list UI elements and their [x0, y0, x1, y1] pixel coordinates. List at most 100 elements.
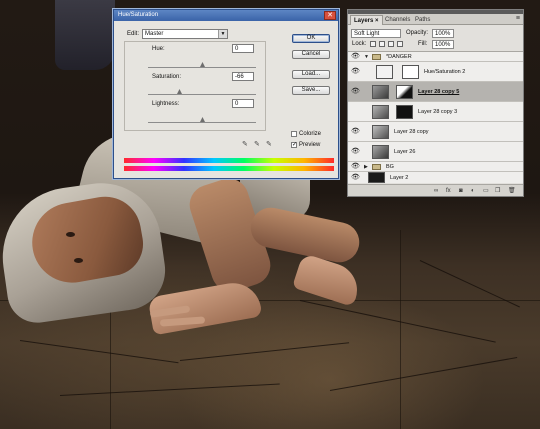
saturation-slider-track[interactable] [148, 94, 256, 95]
spectrum-bar-top [124, 158, 334, 163]
adjustment-icon[interactable]: ◐ [471, 188, 475, 194]
folder-icon [372, 164, 381, 170]
edit-select-value: Master [145, 31, 164, 37]
ok-button[interactable]: OK [292, 34, 330, 43]
lightness-input[interactable]: 0 [232, 99, 254, 108]
layer-name: Hue/Saturation 2 [424, 69, 466, 75]
layer-name: Layer 2 [390, 175, 409, 181]
layer-thumbnail [372, 105, 389, 119]
floor-crack [329, 357, 518, 391]
chevron-down-icon[interactable]: ▼ [218, 30, 227, 38]
layers-list: 👁 ▼ *DANGER 👁 Hue/Saturation 2 👁 Layer 2… [348, 51, 523, 183]
layer-thumbnail [372, 85, 389, 99]
eye-icon[interactable]: 👁 [351, 148, 360, 156]
panel-tabs: Layers × Channels Paths ≡ [348, 14, 523, 25]
lock-label: Lock: [352, 41, 367, 47]
eye-icon[interactable]: 👁 [351, 163, 360, 171]
fx-icon[interactable]: fx [446, 188, 451, 194]
spectrum-bar-bottom [124, 166, 334, 171]
layer-name: Layer 28 copy 3 [418, 109, 458, 115]
layer-row-layer-28-copy-5[interactable]: 👁 Layer 28 copy 5 [348, 82, 523, 102]
tab-paths[interactable]: Paths [412, 15, 433, 25]
eye-icon[interactable]: 👁 [351, 88, 360, 96]
eye-icon[interactable]: 👁 [351, 128, 360, 136]
close-icon[interactable]: ✕ [324, 11, 336, 20]
tab-layers[interactable]: Layers × [350, 15, 383, 25]
lock-transparency-icon[interactable] [370, 41, 376, 47]
layer-thumbnail [372, 145, 389, 159]
layer-row-layer-26[interactable]: 👁 Layer 26 [348, 142, 523, 162]
preview-checkbox[interactable]: ✓ [291, 142, 297, 148]
eye-icon[interactable]: 👁 [351, 174, 360, 182]
layer-name: Layer 28 copy [394, 129, 429, 135]
load-button[interactable]: Load... [292, 70, 330, 79]
fill-label: Fill: [418, 41, 428, 47]
floor-tile-line [400, 230, 401, 429]
panel-menu-icon[interactable]: ≡ [516, 15, 520, 22]
edit-label: Edit: [127, 31, 140, 37]
hue-saturation-dialog: Hue/Saturation ✕ Edit: Master ▼ Hue: 0 S… [113, 9, 339, 179]
layer-name: *DANGER [386, 54, 412, 60]
floor-crack [179, 342, 350, 361]
hue-label: Hue: [152, 46, 165, 52]
edit-select[interactable]: Master ▼ [142, 29, 228, 39]
adjustment-group [124, 41, 266, 131]
link-icon[interactable]: ∞ [434, 188, 438, 194]
hue-slider-track[interactable] [148, 67, 256, 68]
hue-input[interactable]: 0 [232, 44, 254, 53]
expand-triangle-icon[interactable]: ▶ [364, 164, 368, 170]
layer-row-layer-28-copy[interactable]: 👁 Layer 28 copy [348, 122, 523, 142]
lock-all-icon[interactable] [397, 41, 403, 47]
colorize-checkbox[interactable] [291, 131, 297, 137]
eye-icon[interactable]: 👁 [351, 68, 360, 76]
trash-icon[interactable]: 🗑 [508, 188, 516, 194]
floor-tile-line [110, 300, 111, 429]
preview-label: Preview [299, 142, 321, 148]
layer-row-bg-group[interactable]: 👁 ▶ BG [348, 162, 523, 172]
far-hand [292, 252, 364, 308]
eyedropper-icon[interactable]: ✎ [242, 141, 249, 148]
lock-position-icon[interactable] [388, 41, 394, 47]
layer-row-layer-28-copy-3[interactable]: Layer 28 copy 3 [348, 102, 523, 122]
layer-row-danger-group[interactable]: 👁 ▼ *DANGER [348, 52, 523, 62]
cancel-button[interactable]: Cancel [292, 50, 330, 59]
lightness-slider-track[interactable] [148, 122, 256, 123]
layer-thumbnail [368, 172, 385, 183]
layers-panel: Layers × Channels Paths ≡ Soft Light Opa… [347, 9, 524, 197]
dialog-title: Hue/Saturation [114, 10, 338, 21]
layers-panel-footer: ∞ fx ◙ ◐ ▭ ❐ 🗑 [348, 184, 523, 196]
lock-pixels-icon[interactable] [379, 41, 385, 47]
eye [74, 258, 83, 263]
layer-row-layer-2[interactable]: 👁 Layer 2 [348, 172, 523, 184]
group-icon[interactable]: ▭ [483, 188, 489, 194]
expand-triangle-icon[interactable]: ▼ [364, 54, 369, 60]
eye [66, 232, 75, 237]
eyedropper-plus-icon[interactable]: ✎ [254, 141, 261, 148]
mask-thumbnail [396, 85, 413, 99]
floor-crack [19, 340, 179, 364]
mask-thumbnail [396, 105, 413, 119]
save-button[interactable]: Save... [292, 86, 330, 95]
layer-name: Layer 28 copy 5 [418, 89, 460, 95]
folder-icon [372, 54, 381, 60]
eye-icon[interactable]: 👁 [351, 53, 360, 61]
adjustment-thumbnail [376, 65, 393, 79]
saturation-input[interactable]: -66 [232, 72, 254, 81]
lightness-label: Lightness: [152, 101, 180, 107]
floor-crack [299, 300, 496, 343]
fill-input[interactable]: 100% [432, 40, 454, 49]
blend-mode-select[interactable]: Soft Light [351, 29, 401, 38]
layer-row-hue-saturation[interactable]: 👁 Hue/Saturation 2 [348, 62, 523, 82]
saturation-label: Saturation: [152, 74, 182, 80]
near-hand [147, 278, 263, 336]
eyedropper-minus-icon[interactable]: ✎ [266, 141, 273, 148]
floor-crack [59, 383, 280, 396]
layer-name: Layer 26 [394, 149, 416, 155]
eye-hidden-icon[interactable] [351, 108, 359, 116]
new-layer-icon[interactable]: ❐ [495, 188, 500, 194]
tab-channels[interactable]: Channels [382, 15, 413, 25]
garment-top [55, 0, 115, 70]
opacity-label: Opacity: [406, 30, 429, 36]
opacity-input[interactable]: 100% [432, 29, 454, 38]
mask-icon[interactable]: ◙ [459, 188, 463, 194]
